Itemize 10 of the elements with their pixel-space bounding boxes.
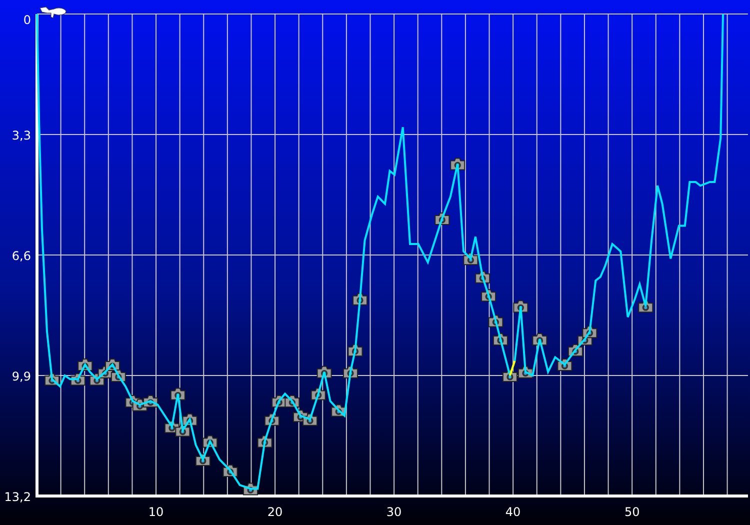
x-tick-label: 30 (386, 505, 402, 519)
y-tick-label: 13,2 (4, 490, 31, 504)
y-tick-label: 6,6 (12, 249, 31, 263)
x-tick-label: 40 (505, 505, 521, 519)
y-tick-label: 0 (23, 13, 31, 27)
y-tick-label: 3,3 (12, 128, 31, 142)
y-tick-label: 9,9 (12, 370, 31, 384)
x-tick-label: 10 (148, 505, 164, 519)
x-tick-label: 50 (624, 505, 640, 519)
x-tick-label: 20 (267, 505, 283, 519)
